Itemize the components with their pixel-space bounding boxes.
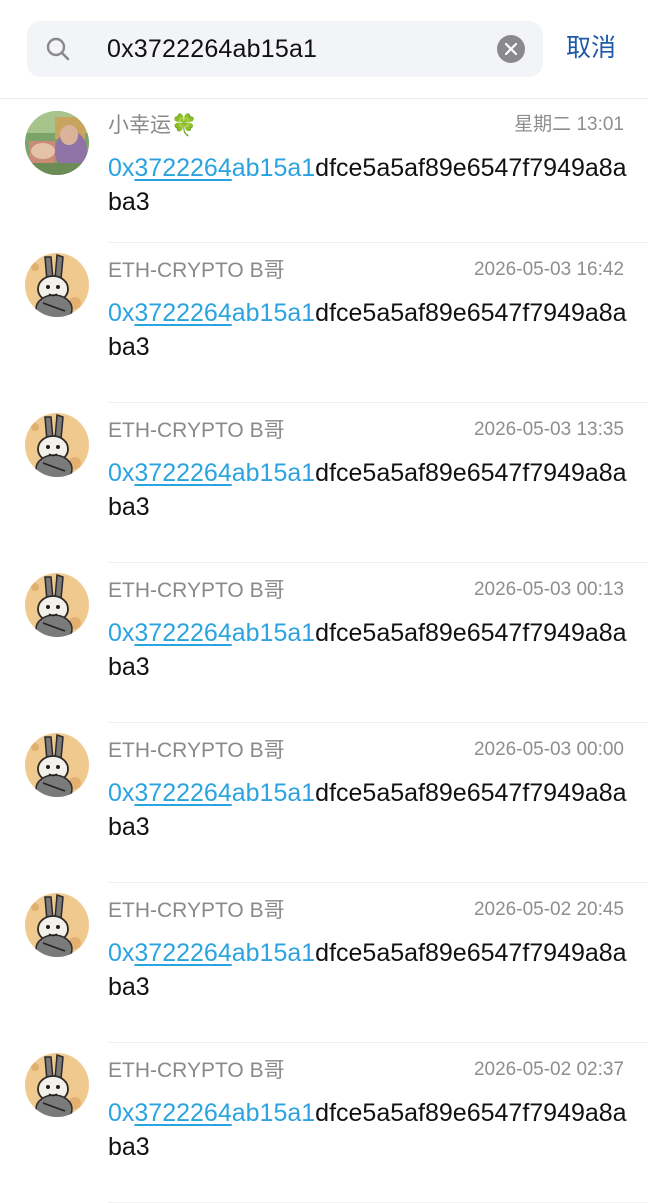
search-input[interactable]: 0x3722264ab15a1 (27, 21, 543, 77)
rabbit-avatar[interactable] (25, 413, 89, 477)
message-text: 0x3722264ab15a1dfce5a5af89e6547f7949a8ab… (108, 151, 628, 219)
match-prefix: 0x (108, 1099, 135, 1127)
match-text: ab15a1 (231, 154, 316, 182)
match-link[interactable]: 3722264 (134, 939, 231, 967)
match-link[interactable]: 3722264 (134, 299, 231, 327)
result-row[interactable]: ETH-CRYPTO B哥 2026-05-02 02:37 0x3722264… (0, 1043, 648, 1203)
message-time: 2026-05-03 00:13 (473, 579, 624, 600)
match-prefix: 0x (108, 154, 135, 182)
message-text: 0x3722264ab15a1dfce5a5af89e6547f7949a8ab… (108, 616, 628, 684)
rabbit-avatar[interactable] (25, 1053, 89, 1117)
cancel-button[interactable]: 取消 (566, 30, 616, 66)
match-prefix: 0x (108, 459, 135, 487)
message-time: 2026-05-03 00:00 (473, 739, 624, 760)
result-row[interactable]: ETH-CRYPTO B哥 2026-05-03 16:42 0x3722264… (0, 243, 648, 403)
clear-icon[interactable] (497, 35, 525, 63)
match-prefix: 0x (108, 779, 135, 807)
result-row[interactable]: ETH-CRYPTO B哥 2026-05-03 00:00 0x3722264… (0, 723, 648, 883)
sender-name: ETH-CRYPTO B哥 (108, 259, 285, 282)
sender-name: 小幸运🍀 (108, 114, 198, 137)
match-text: ab15a1 (231, 299, 316, 327)
match-link[interactable]: 3722264 (134, 1099, 231, 1127)
match-prefix: 0x (108, 619, 135, 647)
message-text: 0x3722264ab15a1dfce5a5af89e6547f7949a8ab… (108, 456, 628, 524)
result-row[interactable]: ETH-CRYPTO B哥 2026-05-02 20:45 0x3722264… (0, 883, 648, 1043)
message-text: 0x3722264ab15a1dfce5a5af89e6547f7949a8ab… (108, 1096, 628, 1164)
match-text: ab15a1 (231, 459, 316, 487)
sender-name: ETH-CRYPTO B哥 (108, 1059, 285, 1082)
search-query[interactable]: 0x3722264ab15a1 (107, 33, 317, 65)
message-text: 0x3722264ab15a1dfce5a5af89e6547f7949a8ab… (108, 936, 628, 1004)
match-text: ab15a1 (231, 939, 316, 967)
match-text: ab15a1 (231, 619, 316, 647)
search-results-list: 小幸运🍀 星期二 13:01 0x3722264ab15a1dfce5a5af8… (0, 99, 648, 1203)
rabbit-avatar[interactable] (25, 253, 89, 317)
match-link[interactable]: 3722264 (134, 619, 231, 647)
message-time: 2026-05-02 02:37 (473, 1059, 624, 1080)
message-time: 2026-05-02 20:45 (473, 899, 624, 920)
message-time: 星期二 13:01 (514, 114, 624, 135)
photo-avatar[interactable] (25, 111, 89, 175)
search-icon (46, 37, 70, 61)
match-prefix: 0x (108, 939, 135, 967)
sender-name: ETH-CRYPTO B哥 (108, 739, 285, 762)
message-text: 0x3722264ab15a1dfce5a5af89e6547f7949a8ab… (108, 296, 628, 364)
match-prefix: 0x (108, 299, 135, 327)
match-text: ab15a1 (231, 779, 316, 807)
result-row[interactable]: 小幸运🍀 星期二 13:01 0x3722264ab15a1dfce5a5af8… (0, 99, 648, 243)
rabbit-avatar[interactable] (25, 573, 89, 637)
rabbit-avatar[interactable] (25, 733, 89, 797)
match-link[interactable]: 3722264 (134, 459, 231, 487)
match-link[interactable]: 3722264 (134, 154, 231, 182)
rabbit-avatar[interactable] (25, 893, 89, 957)
message-time: 2026-05-03 16:42 (473, 259, 624, 280)
result-row[interactable]: ETH-CRYPTO B哥 2026-05-03 13:35 0x3722264… (0, 403, 648, 563)
result-row[interactable]: ETH-CRYPTO B哥 2026-05-03 00:13 0x3722264… (0, 563, 648, 723)
match-text: ab15a1 (231, 1099, 316, 1127)
match-link[interactable]: 3722264 (134, 779, 231, 807)
sender-name: ETH-CRYPTO B哥 (108, 419, 285, 442)
search-header: 0x3722264ab15a1 取消 (0, 0, 648, 99)
sender-name: ETH-CRYPTO B哥 (108, 579, 285, 602)
message-time: 2026-05-03 13:35 (473, 419, 624, 440)
sender-name: ETH-CRYPTO B哥 (108, 899, 285, 922)
message-text: 0x3722264ab15a1dfce5a5af89e6547f7949a8ab… (108, 776, 628, 844)
